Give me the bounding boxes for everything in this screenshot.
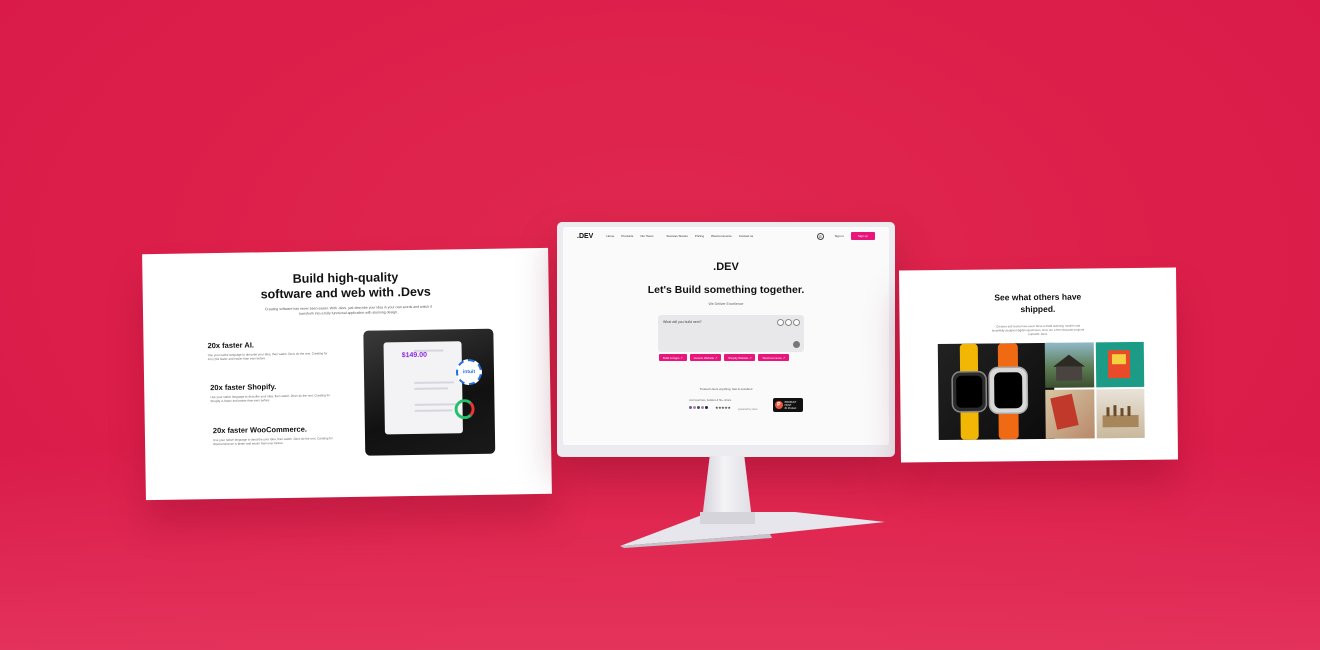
monitor: .DEV Home Products Our Team Success Stor… bbox=[557, 222, 895, 457]
intuit-badge: intuit bbox=[455, 358, 483, 386]
chip-custom-website[interactable]: Custom Website ↗ bbox=[689, 354, 722, 361]
prompt-input[interactable]: What will you build next? bbox=[658, 315, 804, 352]
monitor-screen: .DEV Home Products Our Team Success Stor… bbox=[563, 227, 889, 445]
feature-text: Use your native language to describe you… bbox=[207, 351, 328, 362]
chip-woocommerce[interactable]: WooCommerce ↗ bbox=[758, 354, 789, 361]
chess-piece bbox=[1106, 407, 1110, 417]
ui-line bbox=[414, 387, 449, 390]
chip-ai-apps[interactable]: Build AI Apps ↗ bbox=[659, 354, 687, 361]
nav-link-home[interactable]: Home bbox=[606, 234, 614, 238]
nav-link-contact[interactable]: Contact us bbox=[739, 234, 753, 238]
hero-logo: .DEV bbox=[713, 261, 739, 273]
ui-line bbox=[414, 409, 453, 412]
nav-link-pricing[interactable]: Pricing bbox=[695, 234, 704, 238]
user-avatars bbox=[688, 405, 709, 410]
right-panel-title: See what others have shipped. bbox=[899, 290, 1176, 317]
nav-logo[interactable]: .DEV bbox=[577, 233, 593, 240]
send-icon[interactable] bbox=[793, 341, 800, 348]
avatar bbox=[704, 405, 709, 410]
chip-shopify-website[interactable]: Shopify Website ↗ bbox=[724, 354, 756, 361]
donut-chart-icon bbox=[454, 399, 475, 420]
watch-screen bbox=[994, 372, 1023, 409]
hero-subtitle: We Deliver Excellence bbox=[708, 302, 744, 306]
powered-by-text: powered by devs bbox=[738, 408, 758, 411]
settings-icon[interactable] bbox=[793, 319, 800, 326]
chess-piece bbox=[1127, 406, 1131, 417]
book-illustration bbox=[1050, 393, 1079, 430]
poster-block bbox=[1111, 354, 1126, 365]
top-navigation: .DEV Home Products Our Team Success Stor… bbox=[563, 227, 889, 245]
cabin-showcase-image[interactable] bbox=[1044, 342, 1095, 388]
signup-button[interactable]: Sign up bbox=[850, 232, 875, 240]
chess-showcase-image[interactable] bbox=[1096, 388, 1145, 439]
cabin-illustration bbox=[1053, 354, 1086, 381]
product-hunt-icon: P bbox=[775, 401, 783, 409]
prompt-placeholder: What will you build next? bbox=[663, 320, 702, 324]
nav-link-success-stories[interactable]: Success Stories bbox=[666, 234, 688, 238]
chess-board bbox=[1102, 414, 1139, 428]
base-plate bbox=[700, 512, 755, 524]
watch-screen bbox=[956, 375, 983, 408]
attach-icon[interactable] bbox=[777, 319, 784, 326]
cabin-roof bbox=[1053, 354, 1086, 367]
trust-text: Trusted Users anything, fast & excellent bbox=[699, 387, 753, 391]
google-icon[interactable]: G bbox=[816, 232, 824, 240]
ui-line bbox=[414, 403, 459, 406]
feature-title: 20x faster WooCommerce. bbox=[212, 424, 308, 436]
chess-illustration bbox=[1102, 405, 1139, 428]
chess-piece bbox=[1120, 408, 1124, 417]
nav-link-woocommerce[interactable]: WooCommerce bbox=[711, 234, 732, 238]
signin-link[interactable]: Sign in bbox=[835, 234, 844, 238]
watch-illustration bbox=[951, 343, 1029, 440]
smartwatch-showcase-image[interactable] bbox=[937, 342, 1055, 441]
feature-title: 20x faster Shopify. bbox=[210, 382, 277, 393]
left-title-line2: software and web with .Devs bbox=[260, 284, 431, 302]
monitor-base bbox=[620, 512, 885, 548]
feature-text: Use your native language to describe you… bbox=[212, 436, 333, 447]
poster-showcase-image[interactable] bbox=[1095, 341, 1145, 388]
left-showcase-panel: Build high-quality software and web with… bbox=[142, 247, 552, 501]
right-panel-description: Creators and teams have used .Devs to bu… bbox=[991, 323, 1085, 337]
product-hunt-label: PRODUCT HUNT #1 Product bbox=[785, 401, 803, 410]
rating-stars-icon: ★★★★★ bbox=[715, 405, 731, 410]
product-hunt-badge[interactable]: P PRODUCT HUNT #1 Product bbox=[773, 398, 803, 412]
feature-text: Use your native language to describe you… bbox=[210, 393, 331, 404]
left-panel-title: Build high-quality software and web with… bbox=[202, 269, 488, 303]
feature-woocommerce: 20x faster WooCommerce. Use your native … bbox=[212, 424, 333, 447]
right-showcase-panel: See what others have shipped. Creators a… bbox=[899, 267, 1178, 463]
feature-ai: 20x faster AI. Use your native language … bbox=[207, 339, 327, 361]
right-title-line2: shipped. bbox=[1020, 303, 1056, 315]
hero-headline: Let's Build something together. bbox=[647, 284, 805, 296]
feature-shopify: 20x faster Shopify. Use your native lang… bbox=[210, 381, 330, 403]
book-showcase-image[interactable] bbox=[1045, 389, 1095, 439]
nav-link-our-team[interactable]: Our Team bbox=[640, 234, 653, 238]
ui-line bbox=[414, 381, 455, 384]
poster-illustration bbox=[1107, 350, 1131, 379]
left-panel-description: Creating software has never been easier.… bbox=[264, 304, 432, 316]
product-showcase-card: $149.00 intuit bbox=[363, 328, 496, 456]
image-icon[interactable] bbox=[785, 319, 792, 326]
price-label: $149.00 bbox=[401, 351, 428, 360]
suggestion-chips: Build AI Apps ↗ Custom Website ↗ Shopify… bbox=[659, 354, 789, 361]
feature-title: 20x faster AI. bbox=[207, 340, 255, 351]
join-text: Join loyal fans, builders & 5k+ others bbox=[689, 399, 732, 402]
nav-link-products[interactable]: Products bbox=[621, 234, 633, 238]
chess-piece bbox=[1113, 405, 1117, 417]
cabin-wall bbox=[1056, 366, 1083, 381]
badge-line2: #1 Product bbox=[784, 406, 797, 410]
book-cover bbox=[1050, 393, 1079, 430]
